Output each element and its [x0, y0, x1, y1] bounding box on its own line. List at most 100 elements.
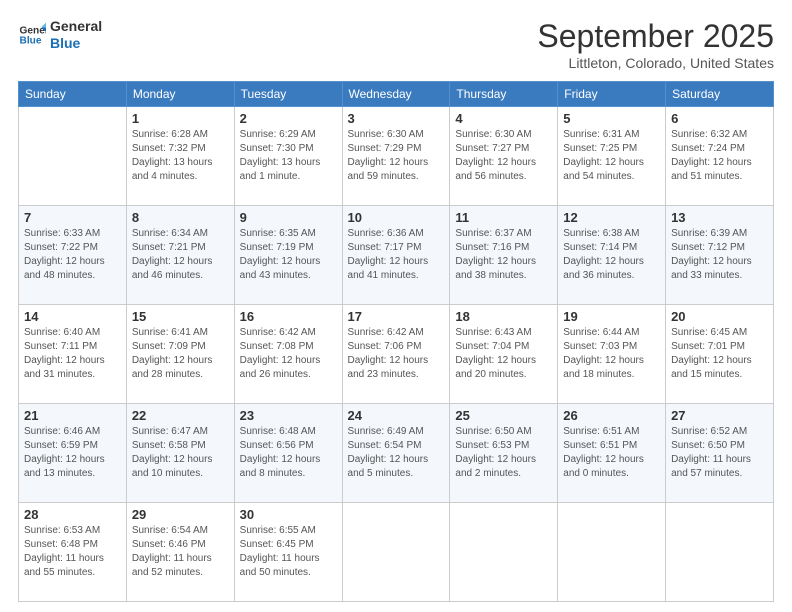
day-info: Sunrise: 6:45 AM Sunset: 7:01 PM Dayligh…: [671, 326, 768, 382]
day-number: 20: [671, 309, 768, 324]
day-info: Sunrise: 6:47 AM Sunset: 6:58 PM Dayligh…: [132, 425, 229, 481]
day-header-wednesday: Wednesday: [342, 82, 450, 107]
calendar-cell: 4 Sunrise: 6:30 AM Sunset: 7:27 PM Daylig…: [450, 107, 558, 206]
day-number: 3: [348, 111, 445, 126]
day-info: Sunrise: 6:30 AM Sunset: 7:27 PM Dayligh…: [455, 128, 552, 184]
day-number: 2: [240, 111, 337, 126]
day-info: Sunrise: 6:42 AM Sunset: 7:08 PM Dayligh…: [240, 326, 337, 382]
day-info: Sunrise: 6:32 AM Sunset: 7:24 PM Dayligh…: [671, 128, 768, 184]
day-number: 17: [348, 309, 445, 324]
day-number: 6: [671, 111, 768, 126]
day-info: Sunrise: 6:34 AM Sunset: 7:21 PM Dayligh…: [132, 227, 229, 283]
calendar-cell: 2 Sunrise: 6:29 AM Sunset: 7:30 PM Daylig…: [234, 107, 342, 206]
calendar-cell: 19 Sunrise: 6:44 AM Sunset: 7:03 PM Dayli…: [558, 305, 666, 404]
day-info: Sunrise: 6:52 AM Sunset: 6:50 PM Dayligh…: [671, 425, 768, 481]
calendar-cell: 29Sunrise: 6:54 AM Sunset: 6:46 PM Dayli…: [126, 503, 234, 602]
calendar-cell: 21Sunrise: 6:46 AM Sunset: 6:59 PM Dayli…: [19, 404, 127, 503]
calendar-cell: 30 Sunrise: 6:55 AM Sunset: 6:45 PM Dayli…: [234, 503, 342, 602]
day-info: Sunrise: 6:41 AM Sunset: 7:09 PM Dayligh…: [132, 326, 229, 382]
day-info: Sunrise: 6:40 AM Sunset: 7:11 PM Dayligh…: [24, 326, 121, 382]
day-header-tuesday: Tuesday: [234, 82, 342, 107]
day-number: 22: [132, 408, 229, 423]
day-header-friday: Friday: [558, 82, 666, 107]
day-info: Sunrise: 6:36 AM Sunset: 7:17 PM Dayligh…: [348, 227, 445, 283]
calendar-cell: 7Sunrise: 6:33 AM Sunset: 7:22 PM Daylig…: [19, 206, 127, 305]
day-number: 24: [348, 408, 445, 423]
calendar-cell: 26Sunrise: 6:51 AM Sunset: 6:51 PM Dayli…: [558, 404, 666, 503]
calendar-cell: 10 Sunrise: 6:36 AM Sunset: 7:17 PM Dayli…: [342, 206, 450, 305]
calendar-cell: 6 Sunrise: 6:32 AM Sunset: 7:24 PM Daylig…: [666, 107, 774, 206]
calendar-cell: 25 Sunrise: 6:50 AM Sunset: 6:53 PM Dayli…: [450, 404, 558, 503]
logo-line1: General: [50, 18, 102, 35]
day-number: 18: [455, 309, 552, 324]
day-number: 30: [240, 507, 337, 522]
calendar-cell: 18 Sunrise: 6:43 AM Sunset: 7:04 PM Dayli…: [450, 305, 558, 404]
calendar-cell: 13 Sunrise: 6:39 AM Sunset: 7:12 PM Dayli…: [666, 206, 774, 305]
calendar-cell: [450, 503, 558, 602]
day-info: Sunrise: 6:30 AM Sunset: 7:29 PM Dayligh…: [348, 128, 445, 184]
day-info: Sunrise: 6:49 AM Sunset: 6:54 PM Dayligh…: [348, 425, 445, 481]
calendar-cell: 5 Sunrise: 6:31 AM Sunset: 7:25 PM Daylig…: [558, 107, 666, 206]
day-number: 28: [24, 507, 121, 522]
day-number: 13: [671, 210, 768, 225]
day-number: 29: [132, 507, 229, 522]
day-number: 14: [24, 309, 121, 324]
day-info: Sunrise: 6:48 AM Sunset: 6:56 PM Dayligh…: [240, 425, 337, 481]
day-number: 5: [563, 111, 660, 126]
calendar-cell: 17Sunrise: 6:42 AM Sunset: 7:06 PM Dayli…: [342, 305, 450, 404]
logo-line2: Blue: [50, 35, 102, 52]
day-number: 25: [455, 408, 552, 423]
svg-text:Blue: Blue: [20, 35, 42, 46]
calendar-cell: 27Sunrise: 6:52 AM Sunset: 6:50 PM Dayli…: [666, 404, 774, 503]
day-number: 12: [563, 210, 660, 225]
day-info: Sunrise: 6:43 AM Sunset: 7:04 PM Dayligh…: [455, 326, 552, 382]
day-number: 23: [240, 408, 337, 423]
calendar-cell: [666, 503, 774, 602]
calendar-cell: 11 Sunrise: 6:37 AM Sunset: 7:16 PM Dayli…: [450, 206, 558, 305]
calendar-cell: 23 Sunrise: 6:48 AM Sunset: 6:56 PM Dayli…: [234, 404, 342, 503]
day-header-monday: Monday: [126, 82, 234, 107]
day-info: Sunrise: 6:28 AM Sunset: 7:32 PM Dayligh…: [132, 128, 229, 184]
day-number: 11: [455, 210, 552, 225]
calendar-cell: 14 Sunrise: 6:40 AM Sunset: 7:11 PM Dayli…: [19, 305, 127, 404]
day-number: 9: [240, 210, 337, 225]
calendar: SundayMondayTuesdayWednesdayThursdayFrid…: [18, 81, 774, 602]
calendar-cell: 16 Sunrise: 6:42 AM Sunset: 7:08 PM Dayli…: [234, 305, 342, 404]
month-title: September 2025: [537, 18, 774, 55]
day-number: 21: [24, 408, 121, 423]
calendar-cell: 28 Sunrise: 6:53 AM Sunset: 6:48 PM Dayli…: [19, 503, 127, 602]
day-info: Sunrise: 6:29 AM Sunset: 7:30 PM Dayligh…: [240, 128, 337, 184]
calendar-cell: 15Sunrise: 6:41 AM Sunset: 7:09 PM Dayli…: [126, 305, 234, 404]
day-info: Sunrise: 6:50 AM Sunset: 6:53 PM Dayligh…: [455, 425, 552, 481]
day-header-thursday: Thursday: [450, 82, 558, 107]
day-info: Sunrise: 6:51 AM Sunset: 6:51 PM Dayligh…: [563, 425, 660, 481]
day-info: Sunrise: 6:37 AM Sunset: 7:16 PM Dayligh…: [455, 227, 552, 283]
day-header-saturday: Saturday: [666, 82, 774, 107]
day-info: Sunrise: 6:31 AM Sunset: 7:25 PM Dayligh…: [563, 128, 660, 184]
title-block: September 2025 Littleton, Colorado, Unit…: [537, 18, 774, 71]
day-header-sunday: Sunday: [19, 82, 127, 107]
calendar-cell: 8Sunrise: 6:34 AM Sunset: 7:21 PM Daylig…: [126, 206, 234, 305]
calendar-cell: 24 Sunrise: 6:49 AM Sunset: 6:54 PM Dayli…: [342, 404, 450, 503]
day-number: 10: [348, 210, 445, 225]
day-info: Sunrise: 6:35 AM Sunset: 7:19 PM Dayligh…: [240, 227, 337, 283]
day-info: Sunrise: 6:55 AM Sunset: 6:45 PM Dayligh…: [240, 524, 337, 580]
calendar-cell: [342, 503, 450, 602]
day-info: Sunrise: 6:39 AM Sunset: 7:12 PM Dayligh…: [671, 227, 768, 283]
calendar-cell: [19, 107, 127, 206]
day-number: 16: [240, 309, 337, 324]
calendar-cell: 22 Sunrise: 6:47 AM Sunset: 6:58 PM Dayli…: [126, 404, 234, 503]
calendar-cell: [558, 503, 666, 602]
header: General Blue General Blue September 2025…: [18, 18, 774, 71]
calendar-cell: 3 Sunrise: 6:30 AM Sunset: 7:29 PM Daylig…: [342, 107, 450, 206]
day-number: 7: [24, 210, 121, 225]
calendar-cell: 12 Sunrise: 6:38 AM Sunset: 7:14 PM Dayli…: [558, 206, 666, 305]
day-info: Sunrise: 6:53 AM Sunset: 6:48 PM Dayligh…: [24, 524, 121, 580]
day-number: 19: [563, 309, 660, 324]
day-info: Sunrise: 6:44 AM Sunset: 7:03 PM Dayligh…: [563, 326, 660, 382]
logo: General Blue General Blue: [18, 18, 102, 52]
day-info: Sunrise: 6:38 AM Sunset: 7:14 PM Dayligh…: [563, 227, 660, 283]
calendar-cell: 20 Sunrise: 6:45 AM Sunset: 7:01 PM Dayli…: [666, 305, 774, 404]
day-number: 4: [455, 111, 552, 126]
location: Littleton, Colorado, United States: [537, 55, 774, 71]
